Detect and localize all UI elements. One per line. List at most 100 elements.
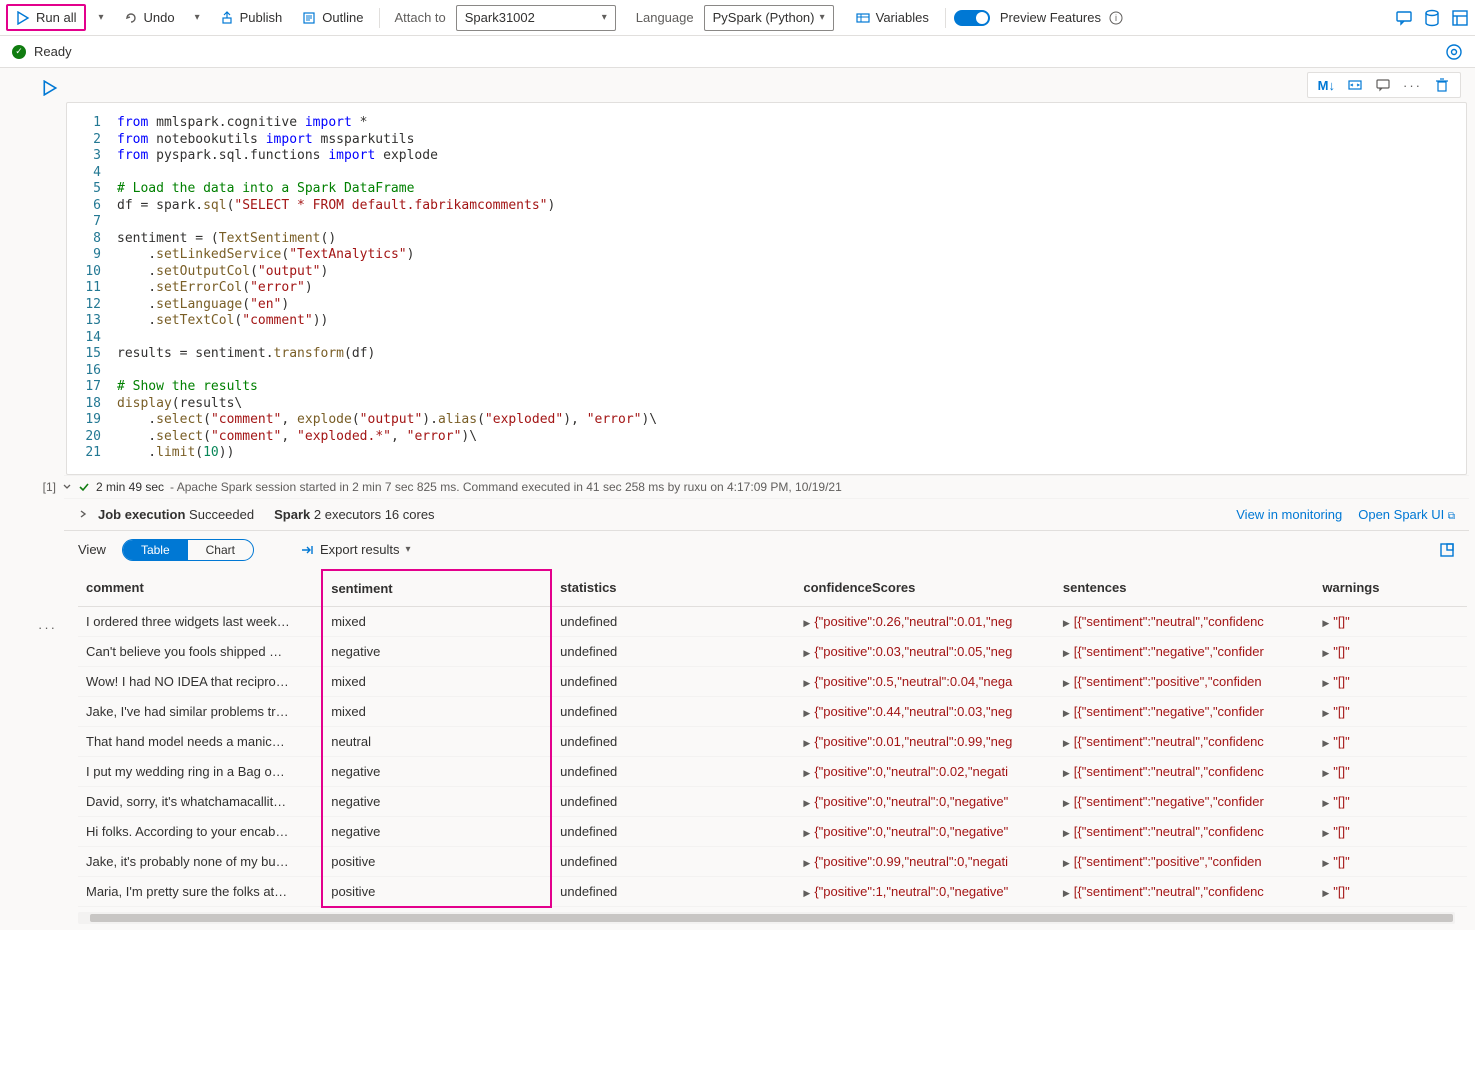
- cell-sentiment: positive: [322, 846, 551, 876]
- disclose-icon[interactable]: ▶: [803, 768, 810, 778]
- properties-icon[interactable]: [1451, 9, 1469, 27]
- disclose-icon[interactable]: ▶: [803, 888, 810, 898]
- disclose-icon[interactable]: ▶: [1322, 618, 1329, 628]
- job-exec-label: Job execution: [98, 507, 185, 522]
- disclose-icon[interactable]: ▶: [803, 648, 810, 658]
- disclose-icon[interactable]: ▶: [1322, 888, 1329, 898]
- disclose-icon[interactable]: ▶: [803, 738, 810, 748]
- disclose-icon[interactable]: ▶: [1322, 768, 1329, 778]
- table-row[interactable]: Can't believe you fools shipped …negativ…: [78, 636, 1467, 666]
- disclose-icon[interactable]: ▶: [1063, 708, 1070, 718]
- variables-button[interactable]: Variables: [848, 6, 937, 29]
- col-confidenceScores[interactable]: confidenceScores: [795, 570, 1054, 607]
- table-row[interactable]: I put my wedding ring in a Bag o…negativ…: [78, 756, 1467, 786]
- view-table-button[interactable]: Table: [123, 540, 188, 560]
- cell-sentiment: neutral: [322, 726, 551, 756]
- disclose-icon[interactable]: ▶: [1322, 648, 1329, 658]
- cell-comment-icon[interactable]: [1375, 77, 1391, 93]
- disclose-icon[interactable]: ▶: [1322, 858, 1329, 868]
- variables-icon: [856, 11, 870, 25]
- disclose-icon[interactable]: ▶: [1063, 738, 1070, 748]
- settings-circle-icon[interactable]: [1445, 43, 1463, 61]
- cell-statistics: undefined: [551, 846, 795, 876]
- disclose-icon[interactable]: ▶: [803, 828, 810, 838]
- table-row[interactable]: Jake, I've had similar problems tr…mixed…: [78, 696, 1467, 726]
- disclose-icon[interactable]: ▶: [1322, 798, 1329, 808]
- disclose-icon[interactable]: ▶: [1063, 798, 1070, 808]
- table-row[interactable]: Hi folks. According to your encab…negati…: [78, 816, 1467, 846]
- disclose-icon[interactable]: ▶: [803, 678, 810, 688]
- cell-more-icon[interactable]: ···: [38, 620, 57, 635]
- info-icon[interactable]: i: [1109, 11, 1123, 25]
- status-bar: ✓ Ready: [0, 36, 1475, 68]
- undo-dropdown[interactable]: ▾: [187, 8, 208, 27]
- cell-sentiment: mixed: [322, 696, 551, 726]
- exec-detail: - Apache Spark session started in 2 min …: [170, 480, 842, 494]
- disclose-icon[interactable]: ▶: [803, 858, 810, 868]
- publish-button[interactable]: Publish: [212, 6, 291, 29]
- cell-toolbar: M↓ ···: [64, 68, 1469, 102]
- disclose-icon[interactable]: ▶: [1063, 618, 1070, 628]
- disclose-icon[interactable]: ▶: [1063, 828, 1070, 838]
- attach-to-combo[interactable]: Spark31002 ▾: [456, 5, 616, 31]
- export-results-button[interactable]: Export results ▾: [300, 542, 411, 557]
- table-row[interactable]: Maria, I'm pretty sure the folks at…posi…: [78, 876, 1467, 907]
- outline-button[interactable]: Outline: [294, 6, 371, 29]
- col-warnings[interactable]: warnings: [1314, 570, 1467, 607]
- open-spark-ui-link[interactable]: Open Spark UI ⧉: [1358, 507, 1455, 522]
- disclose-icon[interactable]: ▶: [1322, 828, 1329, 838]
- cell-warnings: ▶"[]": [1314, 846, 1467, 876]
- success-check-icon: [78, 481, 90, 493]
- col-sentiment[interactable]: sentiment: [322, 570, 551, 607]
- comment-icon[interactable]: [1395, 9, 1413, 27]
- attach-to-value: Spark31002: [465, 10, 535, 25]
- cell-confidenceScores: ▶{"positive":0.99,"neutral":0,"negati: [795, 846, 1054, 876]
- language-value: PySpark (Python): [713, 10, 815, 25]
- disclose-icon[interactable]: ▶: [803, 618, 810, 628]
- preview-features-toggle[interactable]: [954, 10, 990, 26]
- view-monitoring-link[interactable]: View in monitoring: [1236, 507, 1342, 522]
- col-statistics[interactable]: statistics: [551, 570, 795, 607]
- disclose-icon[interactable]: ▶: [1063, 888, 1070, 898]
- svg-text:i: i: [1115, 13, 1117, 23]
- chevron-right-icon[interactable]: [78, 509, 88, 519]
- undo-button[interactable]: Undo: [116, 6, 183, 29]
- more-icon[interactable]: ···: [1403, 78, 1422, 93]
- language-combo[interactable]: PySpark (Python) ▾: [704, 5, 834, 31]
- cell-convert-icon[interactable]: [1347, 77, 1363, 93]
- disclose-icon[interactable]: ▶: [1322, 738, 1329, 748]
- table-row[interactable]: Jake, it's probably none of my bu…positi…: [78, 846, 1467, 876]
- view-chart-button[interactable]: Chart: [188, 540, 253, 560]
- disclose-icon[interactable]: ▶: [1063, 648, 1070, 658]
- expand-icon[interactable]: [62, 482, 72, 492]
- disclose-icon[interactable]: ▶: [1322, 678, 1329, 688]
- col-comment[interactable]: comment: [78, 570, 322, 607]
- markdown-toggle-icon[interactable]: M↓: [1318, 78, 1335, 93]
- cell-confidenceScores: ▶{"positive":0,"neutral":0,"negative": [795, 816, 1054, 846]
- run-all-button[interactable]: Run all: [6, 4, 86, 31]
- table-row[interactable]: David, sorry, it's whatchamacallit…negat…: [78, 786, 1467, 816]
- cell-statistics: undefined: [551, 606, 795, 636]
- separator: [945, 8, 946, 28]
- disclose-icon[interactable]: ▶: [1063, 858, 1070, 868]
- horizontal-scrollbar[interactable]: [78, 912, 1455, 924]
- cell-sentiment: negative: [322, 816, 551, 846]
- run-cell-icon[interactable]: [42, 80, 58, 96]
- disclose-icon[interactable]: ▶: [1063, 678, 1070, 688]
- table-row[interactable]: I ordered three widgets last week…mixedu…: [78, 606, 1467, 636]
- cell-comment: Can't believe you fools shipped …: [78, 636, 322, 666]
- table-row[interactable]: Wow! I had NO IDEA that recipro…mixedund…: [78, 666, 1467, 696]
- disclose-icon[interactable]: ▶: [1322, 708, 1329, 718]
- maximize-output-icon[interactable]: [1439, 542, 1455, 558]
- code-content[interactable]: from mmlspark.cognitive import * from no…: [117, 115, 1466, 462]
- cell-confidenceScores: ▶{"positive":0.44,"neutral":0.03,"neg: [795, 696, 1054, 726]
- table-row[interactable]: That hand model needs a manic…neutralund…: [78, 726, 1467, 756]
- disclose-icon[interactable]: ▶: [803, 798, 810, 808]
- data-icon[interactable]: [1423, 9, 1441, 27]
- cell-statistics: undefined: [551, 816, 795, 846]
- col-sentences[interactable]: sentences: [1055, 570, 1314, 607]
- disclose-icon[interactable]: ▶: [803, 708, 810, 718]
- run-dropdown-button[interactable]: ▾: [90, 8, 111, 27]
- delete-cell-icon[interactable]: [1434, 77, 1450, 93]
- disclose-icon[interactable]: ▶: [1063, 768, 1070, 778]
